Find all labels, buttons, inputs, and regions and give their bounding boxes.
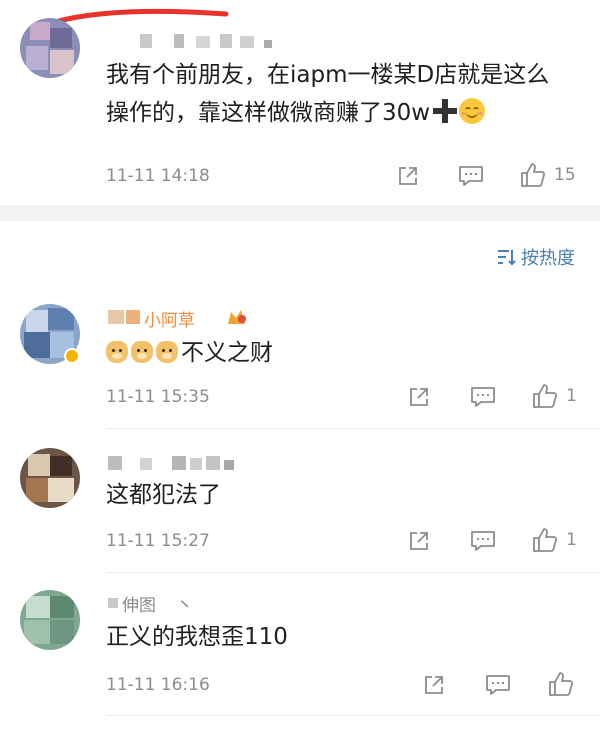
timestamp: 11-11 15:27 bbox=[106, 531, 210, 551]
fan-badge-icon bbox=[228, 310, 246, 324]
username[interactable]: 伸图 丶 bbox=[108, 594, 208, 616]
comment-text-content: 不义之财 bbox=[181, 340, 273, 366]
username-suffix: 丶 bbox=[176, 596, 193, 616]
like-button[interactable]: 1 bbox=[532, 383, 577, 409]
doge-emoji-icon bbox=[131, 341, 153, 363]
timestamp: 11-11 14:18 bbox=[106, 166, 210, 186]
like-count: 1 bbox=[566, 530, 577, 550]
share-icon bbox=[425, 676, 443, 694]
share-icon bbox=[410, 388, 428, 406]
like-button[interactable]: 1 bbox=[532, 527, 577, 553]
share-icon bbox=[399, 167, 417, 185]
thumbs-up-icon bbox=[533, 528, 558, 552]
username-redacted[interactable] bbox=[140, 34, 280, 54]
comment-text: 我有个前朋友，在iapm一楼某D店就是这么 操作的，靠这样做微商赚了30w bbox=[106, 56, 549, 132]
share-button[interactable] bbox=[396, 164, 420, 188]
username-text: 小阿草 bbox=[144, 311, 195, 331]
comment-button[interactable] bbox=[470, 385, 496, 409]
comment-text-line-1: 我有个前朋友，在iapm一楼某D店就是这么 bbox=[106, 62, 550, 88]
comment-icon bbox=[471, 387, 495, 407]
like-button[interactable] bbox=[548, 671, 582, 697]
comment-icon bbox=[486, 675, 510, 695]
smile-emoji-icon bbox=[459, 98, 486, 124]
comment-text-line-2-text: 操作的，靠这样做微商赚了30w bbox=[106, 100, 431, 126]
timestamp: 11-11 16:16 bbox=[106, 675, 210, 695]
timestamp: 11-11 15:35 bbox=[106, 387, 210, 407]
share-icon bbox=[410, 532, 428, 550]
divider bbox=[106, 428, 600, 429]
comment-text-line-2: 操作的，靠这样做微商赚了30w bbox=[106, 94, 549, 132]
comment-button[interactable] bbox=[470, 529, 496, 553]
comment-icon bbox=[459, 166, 483, 186]
sort-icon bbox=[498, 250, 516, 266]
sort-by-hotness-toggle[interactable]: 按热度 bbox=[497, 244, 575, 270]
divider bbox=[106, 715, 600, 716]
doge-emoji-icon bbox=[156, 341, 178, 363]
comment-button[interactable] bbox=[458, 164, 484, 188]
thumbs-up-icon bbox=[521, 163, 546, 187]
comment-button[interactable] bbox=[485, 673, 511, 697]
divider bbox=[106, 572, 600, 573]
section-separator bbox=[0, 205, 600, 221]
like-count: 1 bbox=[566, 386, 577, 406]
username-redacted[interactable] bbox=[108, 456, 248, 476]
share-button[interactable] bbox=[407, 385, 431, 409]
comment-text: 正义的我想歪110 bbox=[106, 624, 288, 650]
like-button[interactable]: 15 bbox=[520, 162, 576, 188]
thumbs-up-icon bbox=[533, 384, 558, 408]
avatar[interactable] bbox=[20, 590, 80, 650]
avatar[interactable] bbox=[20, 448, 80, 508]
verified-badge-icon bbox=[64, 348, 80, 364]
username[interactable]: 小阿草 bbox=[108, 308, 258, 331]
avatar[interactable] bbox=[20, 18, 80, 78]
comment-text: 不义之财 bbox=[106, 334, 273, 372]
thumbs-up-icon bbox=[549, 672, 574, 696]
sort-label: 按热度 bbox=[521, 248, 575, 269]
comment-icon bbox=[471, 531, 495, 551]
share-button[interactable] bbox=[422, 673, 446, 697]
doge-emoji-icon bbox=[106, 341, 128, 363]
like-count: 15 bbox=[554, 165, 576, 185]
plus-icon bbox=[433, 99, 458, 123]
share-button[interactable] bbox=[407, 529, 431, 553]
comment-text: 这都犯法了 bbox=[106, 482, 221, 508]
username-text: 伸图 bbox=[122, 596, 156, 616]
